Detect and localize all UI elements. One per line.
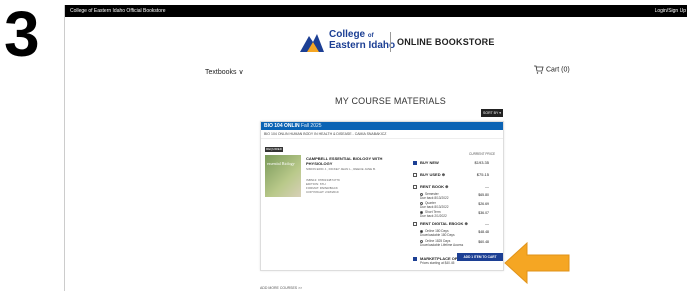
course-header: BIO 104 ONLIN Fall 2025 — [261, 122, 503, 130]
option-rent-ebook[interactable]: RENT DIGITAL EBOOK ⊕ — [413, 221, 468, 226]
price-ebook-1825: $60.48 — [478, 240, 489, 244]
step-number: 3 — [4, 0, 40, 70]
mountain-logo-icon — [300, 34, 324, 52]
checkbox-icon[interactable] — [413, 221, 417, 226]
required-badge: REQUIRED — [265, 147, 283, 152]
ebook-180-option[interactable]: Online 180 Days Downloadable 180 Days — [420, 229, 464, 237]
option-buy-new[interactable]: BUY NEW — [413, 160, 439, 165]
add-more-courses-link[interactable]: ADD MORE COURSES >> — [260, 286, 302, 290]
book-authors: SIMON ERIC J., DICKEY JEAN L., REECE JAN… — [306, 167, 376, 171]
price-rent-semester: $65.80 — [478, 193, 489, 197]
cart-link[interactable]: Cart (0) — [534, 65, 570, 74]
login-link[interactable]: Login/Sign Up — [655, 5, 686, 17]
price-rent-quarter: $26.69 — [478, 202, 489, 206]
store-name-link[interactable]: College of Eastern Idaho Official Bookst… — [70, 5, 166, 17]
book-cover-image: essential Biology — [265, 155, 301, 197]
course-card: BIO 104 ONLIN Fall 2025 BIO 104 ONLIN HU… — [260, 121, 504, 271]
price-rent-book: — — [485, 184, 489, 189]
cover-text: essential Biology — [267, 161, 295, 166]
course-term: Fall 2025 — [300, 123, 322, 129]
current-price-label: CURRENT PRICE — [469, 152, 496, 156]
price-rent-ebook: — — [485, 221, 489, 226]
ebook-1825-option[interactable]: Online 1825 Days Downloadable Lifetime A… — [420, 239, 464, 247]
top-bar: College of Eastern Idaho Official Bookst… — [65, 5, 687, 17]
checkbox-icon[interactable] — [413, 184, 417, 189]
checkbox-icon[interactable] — [413, 256, 417, 261]
course-code: BIO 104 ONLIN — [264, 123, 300, 129]
cart-label: Cart (0) — [546, 66, 570, 74]
rent-quarter-option[interactable]: Quarter Due back 8/13/2022 — [420, 201, 449, 209]
browser-page: College of Eastern Idaho Official Bookst… — [64, 5, 687, 291]
marketplace-note: Prices starting at $40.45 — [420, 261, 455, 265]
college-logo[interactable]: College of Eastern Idaho ONLINE BOOKSTOR… — [299, 30, 509, 58]
checkbox-icon[interactable] — [413, 160, 417, 165]
price-buy-used: $75.15 — [476, 172, 489, 177]
logo-text: College of Eastern Idaho — [329, 29, 396, 51]
cart-icon — [534, 65, 544, 74]
page-title: MY COURSE MATERIALS — [335, 96, 446, 106]
pointer-arrow-icon — [504, 241, 570, 285]
course-subtitle: BIO 104 ONLIN HUMAN BODY IN HEALTH & DIS… — [261, 130, 503, 139]
textbooks-menu[interactable]: Textbooks ∨ — [205, 68, 244, 76]
price-rent-short-term: $36.07 — [478, 211, 489, 215]
option-buy-used[interactable]: BUY USED ⊕ — [413, 172, 445, 177]
rent-short-term-option[interactable]: Short Term Due back 2/1/2022 — [420, 210, 447, 218]
checkbox-icon[interactable] — [413, 172, 417, 177]
logo-divider — [390, 32, 391, 52]
add-to-cart-button[interactable]: ADD 1 ITEM TO CART — [457, 253, 503, 261]
price-ebook-180: $48.48 — [478, 230, 489, 234]
sort-by-button[interactable]: SORT BY ▾ — [481, 109, 503, 117]
book-details: ISBN13: 9780134874779 EDITION: 6TH FORMA… — [306, 178, 340, 194]
option-rent-book[interactable]: RENT BOOK ⊕ — [413, 184, 448, 189]
store-title: ONLINE BOOKSTORE — [397, 37, 495, 47]
price-buy-new: $193.35 — [474, 160, 489, 165]
rent-semester-option[interactable]: Semester Due back 8/13/2022 — [420, 192, 449, 200]
book-title: CAMPBELL ESSENTIAL BIOLOGY WITH PHYSIOLO… — [306, 156, 383, 166]
